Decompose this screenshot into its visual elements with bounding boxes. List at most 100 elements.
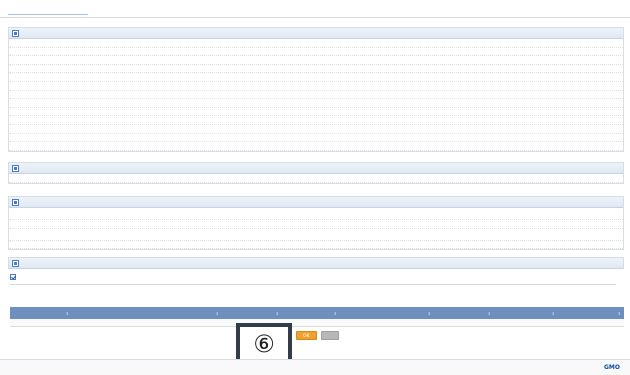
sort-icon[interactable]: ⇕: [334, 311, 337, 315]
table-cell: [10, 321, 32, 325]
table-cell: [32, 321, 72, 325]
row-label: [9, 221, 131, 226]
copyright-text: [306, 366, 326, 370]
row-value: [131, 118, 623, 123]
table-header-cell[interactable]: [10, 311, 32, 315]
row-label: [9, 40, 131, 45]
info-row: [9, 73, 623, 82]
section-header: [9, 163, 623, 174]
row-label: [9, 66, 131, 71]
table-header-cell[interactable]: ⇕: [282, 311, 340, 315]
info-row: [9, 65, 623, 74]
row-label: [9, 109, 131, 114]
table-header-cell[interactable]: ⇕: [340, 311, 434, 315]
table-header-cell[interactable]: ⇕: [558, 311, 624, 315]
cancel-button[interactable]: [320, 331, 339, 340]
info-row: [9, 39, 623, 48]
table-cell: [72, 321, 222, 325]
sort-icon[interactable]: ⇕: [216, 311, 219, 315]
row-label: [9, 83, 131, 88]
table-header-cell[interactable]: ⇕: [494, 311, 558, 315]
section-basic-info: [8, 27, 624, 152]
info-row: [9, 99, 623, 108]
info-row: [9, 108, 623, 117]
row-value: [131, 242, 623, 247]
section-header: [9, 197, 623, 208]
note-text: [12, 289, 36, 294]
row-value: [131, 92, 623, 97]
info-row: [9, 125, 623, 134]
section-sender-info: [8, 162, 624, 184]
row-value: [131, 57, 623, 62]
table-header-cell[interactable]: ⇕: [222, 311, 282, 315]
table-cell: [340, 321, 434, 325]
table-cell: [494, 321, 558, 325]
sort-icon[interactable]: ⇕: [276, 311, 279, 315]
info-row: [9, 220, 623, 229]
table-row[interactable]: [10, 319, 624, 327]
info-row: [9, 142, 623, 151]
row-label: [9, 92, 131, 97]
info-row: [9, 116, 623, 125]
section-title: [24, 199, 54, 205]
row-value: [131, 49, 623, 54]
send-settings-checkbox-row[interactable]: [10, 274, 40, 280]
row-label: [9, 175, 131, 180]
section-icon: [12, 164, 19, 172]
action-buttons: OK: [296, 331, 339, 340]
info-row: [9, 56, 623, 65]
info-row: [9, 82, 623, 91]
checkbox-label: [20, 275, 40, 280]
row-value: [131, 40, 623, 45]
ok-button[interactable]: OK: [296, 331, 317, 340]
warning-text: [131, 214, 623, 218]
row-label: [9, 118, 131, 123]
data-table: ⇕ ⇕ ⇕ ⇕ ⇕ ⇕ ⇕ ⇕: [10, 307, 624, 327]
row-value: [131, 175, 623, 180]
sort-icon[interactable]: ⇕: [428, 311, 431, 315]
sort-icon[interactable]: ⇕: [618, 311, 621, 315]
table-header-cell[interactable]: ⇕: [32, 311, 72, 315]
row-label: [9, 126, 131, 131]
row-label: [9, 242, 131, 247]
row-value: [131, 75, 623, 80]
title-divider: [0, 17, 630, 18]
sort-icon[interactable]: ⇕: [66, 311, 69, 315]
table-cell: [434, 321, 494, 325]
section-delivery-settings: [8, 196, 624, 251]
info-row: [9, 48, 623, 57]
row-value: [131, 109, 623, 114]
footer-left-text: [8, 366, 28, 370]
checkbox[interactable]: [10, 274, 16, 280]
section-header: [9, 28, 623, 39]
divider: [10, 284, 616, 285]
info-row: [9, 208, 623, 220]
row-label: [9, 100, 131, 105]
info-row: [9, 174, 623, 183]
brand-name: GMO: [604, 364, 620, 371]
footer: GMO: [0, 359, 630, 375]
section-title: [24, 165, 54, 171]
table-header-cell[interactable]: ⇕: [72, 311, 222, 315]
info-row: [9, 241, 623, 250]
row-value: [131, 135, 623, 140]
table-cell: [558, 321, 624, 325]
sort-icon[interactable]: ⇕: [488, 311, 491, 315]
row-value: [131, 100, 623, 105]
section-title: [24, 30, 54, 36]
section-icon: [12, 198, 19, 206]
row-label: [9, 211, 131, 216]
table-header-cell[interactable]: ⇕: [434, 311, 494, 315]
row-label: [9, 75, 131, 80]
row-label: [9, 49, 131, 54]
row-label: [9, 232, 131, 237]
sort-icon[interactable]: ⇕: [552, 311, 555, 315]
row-label: [9, 135, 131, 140]
row-value: [131, 83, 623, 88]
brand-logo: GMO: [604, 364, 622, 371]
section-title: [24, 260, 54, 266]
row-value: [131, 210, 623, 218]
table-header: ⇕ ⇕ ⇕ ⇕ ⇕ ⇕ ⇕ ⇕: [10, 307, 624, 319]
row-value: [131, 230, 623, 238]
section-icon: [12, 259, 19, 267]
